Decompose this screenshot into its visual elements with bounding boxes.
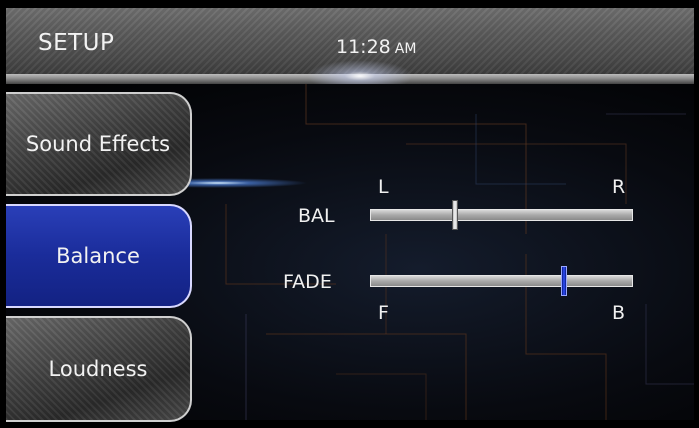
balance-slider-thumb[interactable] [451, 200, 458, 230]
menu-item-label: Balance [56, 244, 140, 268]
setup-screen: SETUP 11:28 AM Sound Effects Balance Lou… [0, 0, 699, 428]
fade-label: FADE [283, 271, 332, 293]
fade-slider-thumb[interactable] [561, 266, 568, 296]
fade-front-label: F [378, 302, 389, 324]
menu-item-loudness[interactable]: Loudness [6, 316, 192, 422]
menu-glow [188, 178, 308, 188]
clock-ampm: AM [394, 41, 417, 57]
fade-back-label: B [612, 302, 626, 324]
clock: 11:28 AM [336, 36, 416, 58]
balance-right-label: R [612, 176, 626, 198]
clock-time: 11:28 [336, 36, 391, 58]
balance-label: BAL [298, 205, 335, 227]
balance-left-label: L [378, 176, 389, 198]
menu-item-label: Sound Effects [25, 132, 171, 156]
page-title: SETUP [38, 30, 115, 56]
menu-item-sound-effects[interactable]: Sound Effects [6, 92, 192, 196]
menu-item-balance[interactable]: Balance [6, 204, 192, 308]
fade-slider[interactable] [370, 266, 633, 296]
balance-slider[interactable] [370, 200, 633, 230]
menu-item-label: Loudness [48, 357, 148, 381]
